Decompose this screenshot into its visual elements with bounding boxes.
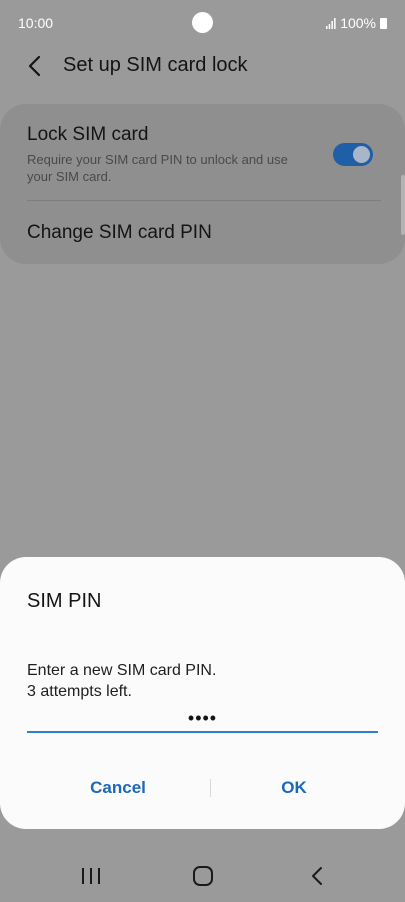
app-header: Set up SIM card lock — [0, 44, 405, 90]
back-button[interactable] — [22, 52, 50, 80]
toggle-knob — [351, 144, 372, 165]
home-button[interactable] — [190, 864, 216, 888]
nav-back-button[interactable] — [304, 864, 330, 888]
chevron-left-icon — [28, 55, 41, 77]
dialog-message-line1: Enter a new SIM card PIN. — [27, 662, 217, 679]
settings-card: Lock SIM card Require your SIM card PIN … — [0, 104, 405, 264]
battery-percentage: 100% — [340, 15, 376, 31]
lock-sim-card-row[interactable]: Lock SIM card Require your SIM card PIN … — [27, 124, 380, 204]
dialog-message: Enter a new SIM card PIN. 3 attempts lef… — [27, 660, 216, 702]
scroll-indicator — [401, 175, 405, 235]
lock-sim-toggle[interactable] — [333, 143, 373, 166]
change-sim-pin-title: Change SIM card PIN — [27, 222, 212, 243]
divider — [27, 200, 381, 201]
home-icon — [193, 866, 213, 886]
sim-pin-dialog: SIM PIN Enter a new SIM card PIN. 3 atte… — [0, 557, 405, 829]
signal-icon — [326, 17, 336, 29]
navigation-bar — [0, 850, 405, 902]
back-icon — [312, 867, 322, 885]
lock-sim-card-title: Lock SIM card — [27, 124, 149, 145]
cancel-button[interactable]: Cancel — [38, 766, 198, 810]
status-bar: 10:00 100% — [0, 0, 405, 44]
lock-sim-card-description: Require your SIM card PIN to unlock and … — [27, 152, 288, 184]
pin-input[interactable] — [27, 705, 378, 733]
battery-icon — [380, 17, 387, 29]
status-indicators: 100% — [326, 15, 387, 31]
button-separator — [210, 779, 211, 797]
dialog-title: SIM PIN — [27, 590, 102, 612]
front-camera — [192, 12, 213, 33]
dialog-message-line2: 3 attempts left. — [27, 683, 132, 700]
status-time: 10:00 — [18, 15, 54, 31]
change-sim-pin-row[interactable]: Change SIM card PIN — [27, 222, 380, 244]
recent-apps-button[interactable] — [78, 864, 104, 888]
page-title: Set up SIM card lock — [63, 54, 248, 76]
recent-apps-icon — [82, 868, 100, 884]
ok-button[interactable]: OK — [214, 766, 374, 810]
